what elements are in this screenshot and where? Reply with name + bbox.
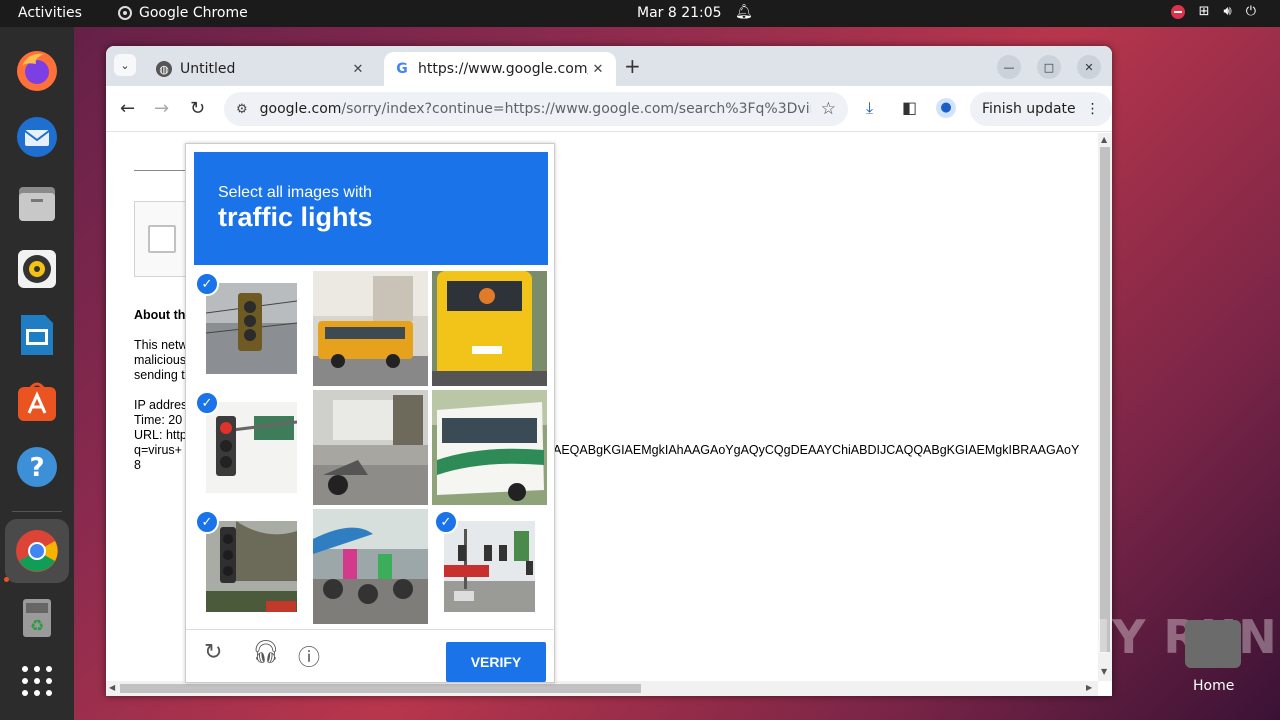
scroll-thumb[interactable] [120,684,641,693]
recaptcha-challenge: Select all images with traffic lights ✓ … [185,143,556,684]
captcha-tile[interactable] [313,271,428,386]
chrome-icon [118,6,132,20]
url-host: google.com [259,101,342,117]
thunderbird-icon[interactable] [13,113,61,161]
tab-title: Untitled [180,61,236,77]
home-folder-icon[interactable] [1185,620,1241,668]
reload-challenge-icon[interactable]: ↻ [204,640,222,665]
do-not-disturb-icon [1170,4,1185,19]
app-menu[interactable]: Google Chrome [118,5,248,21]
dock: ? ♻ [0,27,74,720]
dock-separator [12,511,62,512]
trash-icon[interactable]: ♻ [13,593,61,641]
more-menu-icon[interactable]: ⋮ [1086,101,1100,117]
back-icon[interactable]: ← [120,98,135,119]
close-window-icon[interactable]: ✕ [1077,55,1101,79]
scroll-down-icon[interactable]: ▼ [1101,667,1107,676]
vertical-scrollbar[interactable]: ▲ ▼ [1098,133,1112,681]
challenge-header: Select all images with traffic lights [194,152,548,265]
challenge-instruction: Select all images with [218,184,372,201]
firefox-icon[interactable] [13,47,61,95]
time-line: Time: 20 [134,413,183,427]
globe-icon: ◍ [156,61,172,77]
recaptcha-checkbox[interactable] [148,225,176,253]
tab-google-sorry[interactable]: G https://www.google.com/sorry ✕ [384,52,616,86]
scroll-up-icon[interactable]: ▲ [1101,135,1107,144]
show-apps-icon[interactable] [13,657,61,705]
chrome-icon[interactable] [5,519,69,583]
ip-address: IP addres [134,398,188,412]
site-info-icon[interactable]: ⚙ [236,102,248,117]
headphones-icon[interactable]: 🎧︎ [252,640,280,665]
selected-check-icon: ✓ [195,272,219,296]
challenge-footer: ↻ 🎧︎ ⓘ VERIFY [186,629,556,684]
captcha-tile[interactable] [432,271,547,386]
paragraph-line: This netw [134,338,188,352]
minimize-icon[interactable]: — [997,55,1021,79]
captcha-tile[interactable] [432,390,547,505]
rhythmbox-icon[interactable] [13,245,61,293]
power-icon: ⏻ [1245,4,1256,19]
svg-text:?: ? [29,453,44,483]
bell-icon[interactable]: 🔔︎ [735,4,753,20]
close-tab-icon[interactable]: ✕ [588,62,608,77]
captcha-tile[interactable] [313,509,428,624]
new-tab-icon[interactable]: + [624,54,641,78]
url-path: /sorry/index?continue=https://www.google… [341,101,812,117]
anyrun-watermark: ANY RUN [1036,610,1278,664]
selected-check-icon: ✓ [434,510,458,534]
tab-search-icon[interactable]: ⌄ [114,54,136,76]
selected-check-icon: ✓ [195,391,219,415]
finish-update-button[interactable]: Finish update ⋮ [970,92,1112,126]
top-bar: Activities Google Chrome Mar 8 21:05 🔔︎ … [0,0,1280,27]
verify-button[interactable]: VERIFY [446,642,546,682]
forward-icon[interactable]: → [154,98,169,119]
close-tab-icon[interactable]: ✕ [348,62,368,77]
long-url-text: AEQABgKGIAEMgkIAhAAGAoYgAQyCQgDEAAYChiAB… [553,443,1080,457]
app-center-icon[interactable] [13,377,61,425]
tab-strip: ⌄ ◍ Untitled ✕ G https://www.google.com/… [106,46,1112,86]
address-bar[interactable]: ⚙ google.com /sorry/index?continue=https… [224,92,848,126]
profile-icon[interactable]: ● [936,98,956,118]
selected-check-icon: ✓ [195,510,219,534]
volume-icon: 🔊︎ [1223,4,1232,19]
tab-untitled[interactable]: ◍ Untitled ✕ [146,52,376,86]
help-icon[interactable]: ? [13,443,61,491]
scroll-right-icon[interactable]: ▶ [1086,683,1092,692]
captcha-tile[interactable] [313,390,428,505]
toolbar: ← → ↻ ⚙ google.com /sorry/index?continue… [106,86,1112,132]
clock[interactable]: Mar 8 21:05 [637,5,722,21]
app-name: Google Chrome [139,5,248,21]
query-line-end: 8 [134,458,141,472]
query-line: q=virus+ [134,443,182,457]
scroll-left-icon[interactable]: ◀ [109,683,115,692]
bookmark-star-icon[interactable]: ☆ [821,99,836,119]
activities-button[interactable]: Activities [18,5,82,21]
info-icon[interactable]: ⓘ [298,640,320,672]
running-indicator [4,577,9,582]
svg-text:♻: ♻ [30,616,44,635]
download-icon[interactable]: ⤓ [866,98,873,118]
tab-title: https://www.google.com/sorry [418,61,588,77]
files-icon[interactable] [13,179,61,227]
google-icon: G [396,61,408,77]
challenge-target: traffic lights [218,202,373,232]
reload-icon[interactable]: ↻ [190,98,205,119]
libreoffice-impress-icon[interactable] [13,311,61,359]
side-panel-icon[interactable]: ◧ [902,98,917,117]
finish-update-label: Finish update [982,101,1076,117]
about-heading: About th [134,308,186,322]
paragraph-line: malicious [134,353,187,367]
network-icon: ⊞ [1198,4,1210,19]
system-tray[interactable]: ⊞ 🔊︎ ⏻ [1170,4,1256,19]
paragraph-line: sending t [134,368,185,382]
url-line: URL: http [134,428,187,442]
scroll-thumb[interactable] [1100,147,1110,652]
home-folder-label: Home [1193,678,1235,694]
maximize-icon[interactable]: □ [1037,55,1061,79]
